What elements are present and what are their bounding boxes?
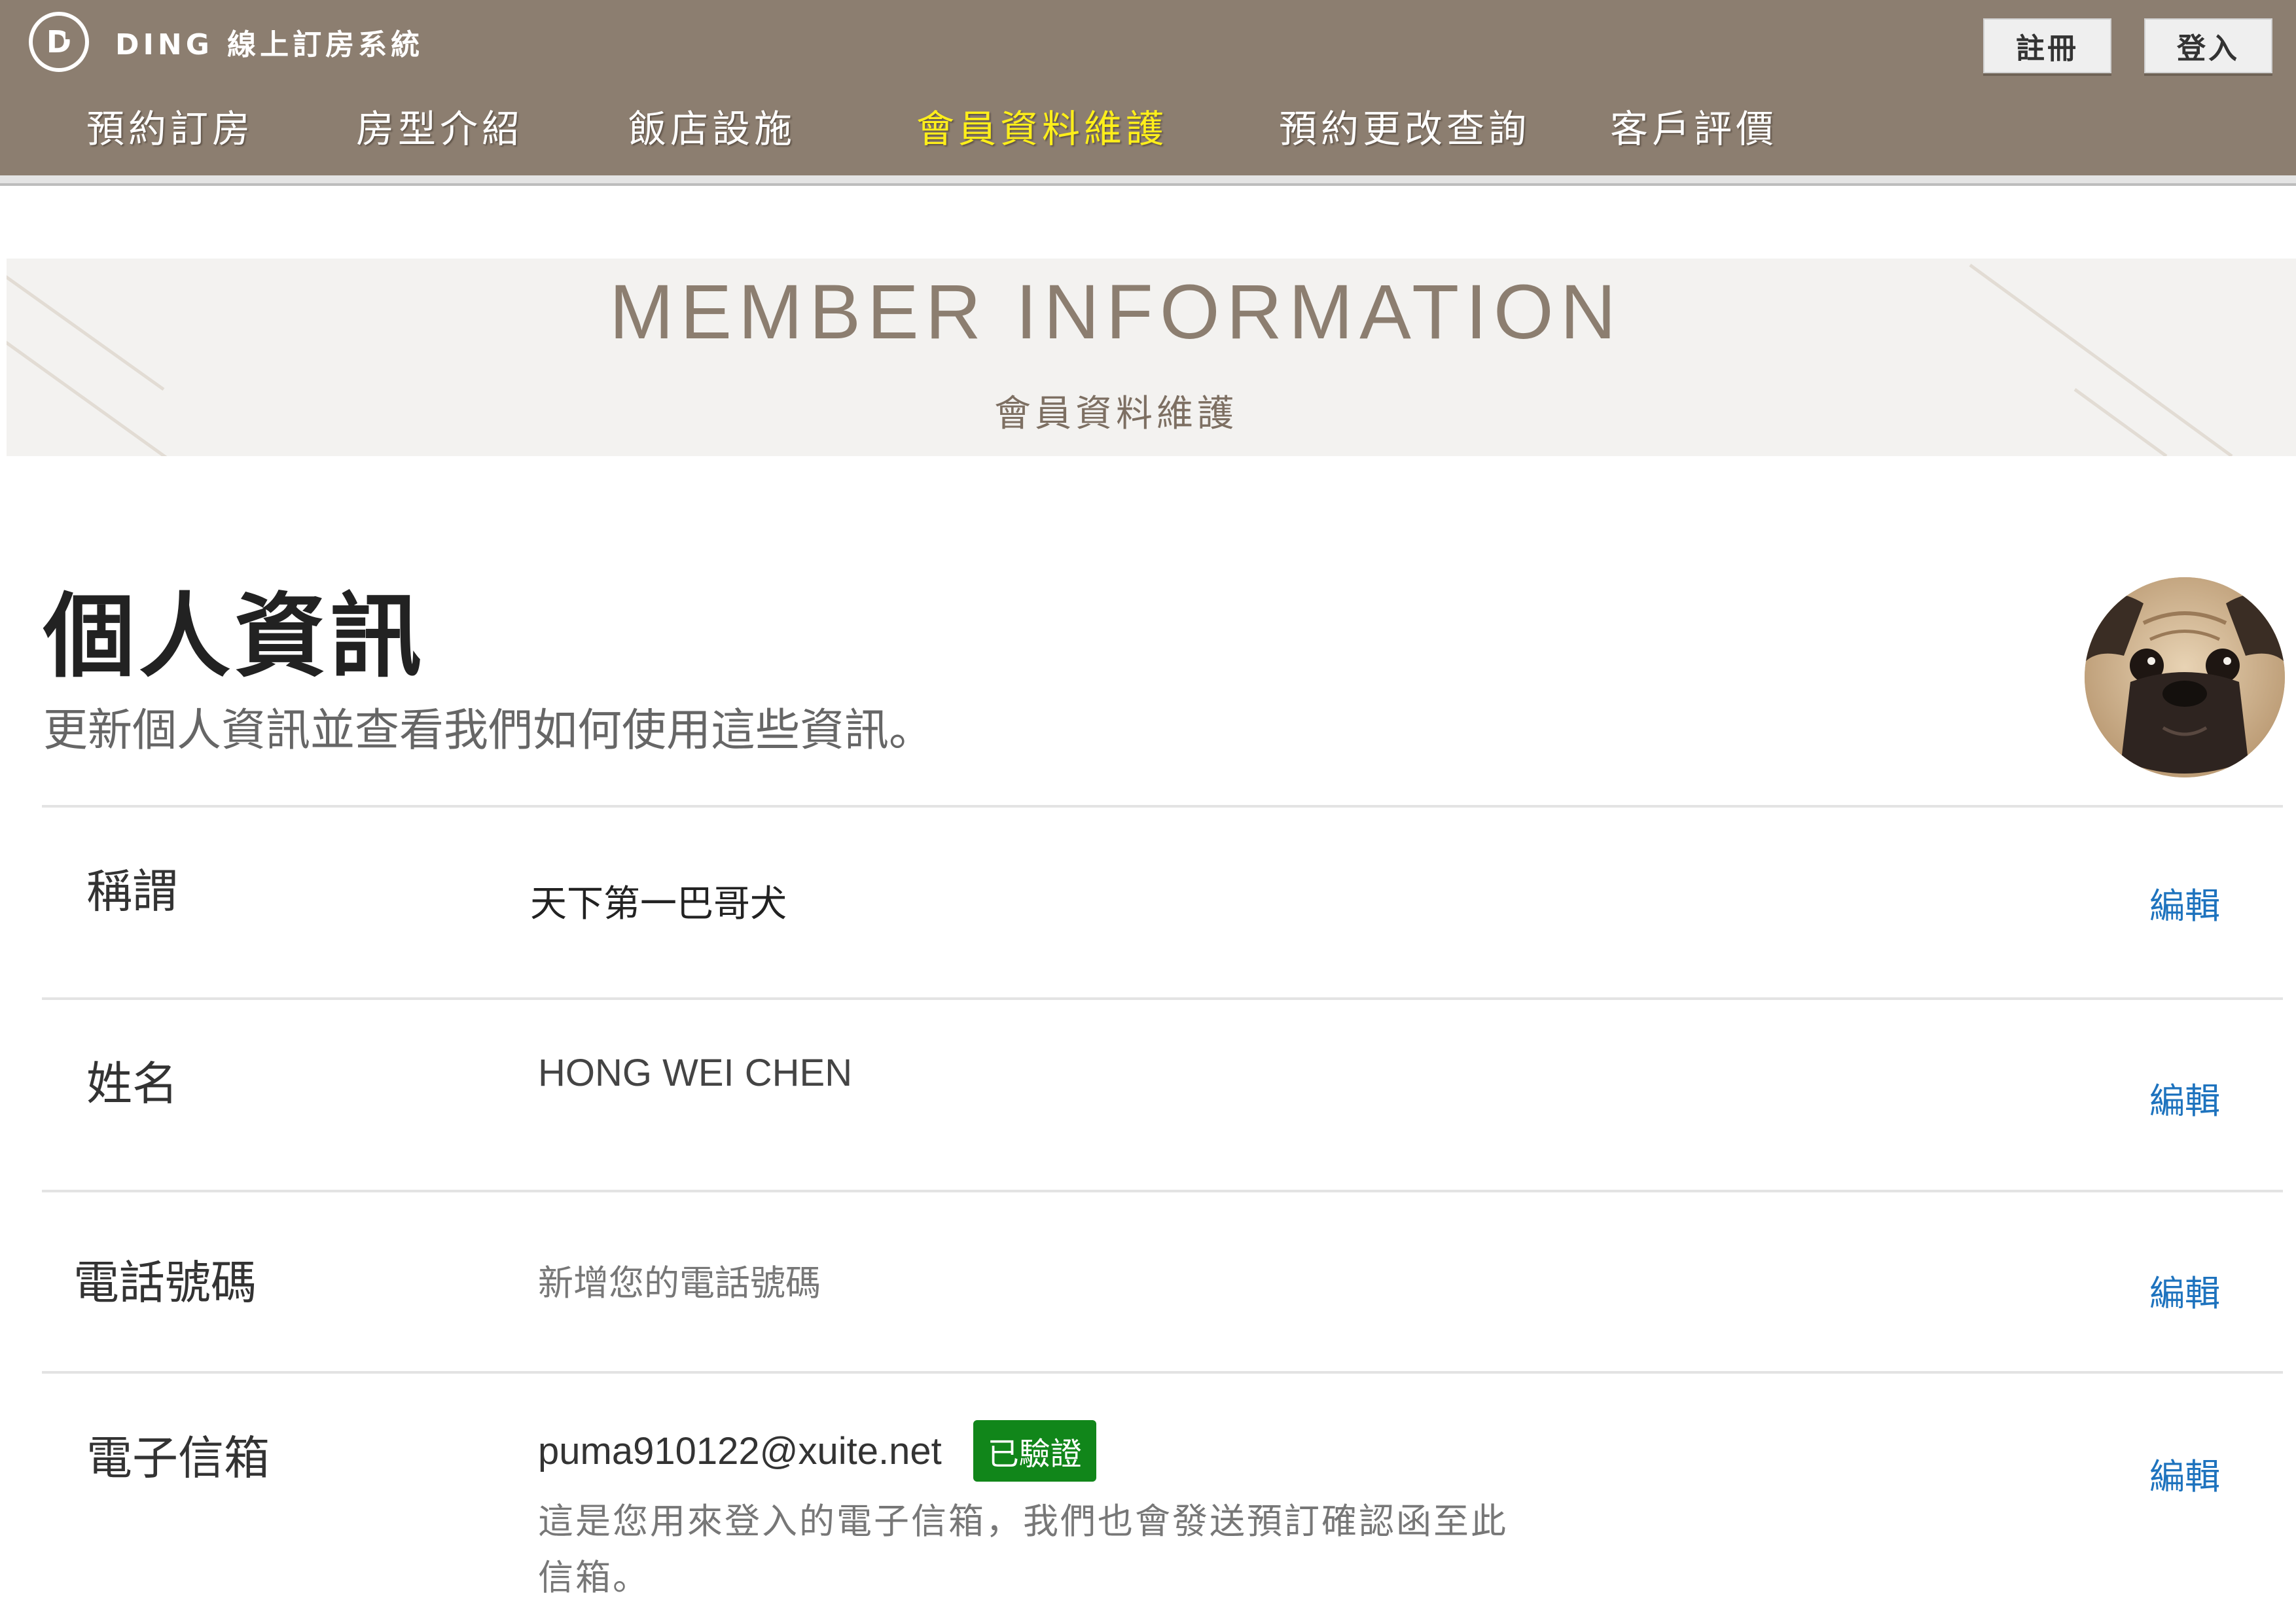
phone-edit-link[interactable]: 編輯 xyxy=(2149,1264,2220,1316)
avatar-image xyxy=(2085,577,2285,777)
email-value-row: puma910122@xuite.net 已驗證 xyxy=(538,1420,1096,1482)
banner-title: MEMBER INFORMATION xyxy=(609,269,1623,355)
email-edit-link[interactable]: 編輯 xyxy=(2149,1448,2220,1499)
login-button[interactable]: 登入 xyxy=(2144,18,2272,73)
name-edit-link[interactable]: 編輯 xyxy=(2149,1072,2220,1124)
nav-item-room-types[interactable]: 房型介紹 xyxy=(356,98,524,153)
email-note: 這是您用來登入的電子信箱，我們也會發送預訂確認函至此信箱。 xyxy=(538,1501,1508,1598)
top-header: D DING 線上訂房系統 註冊 登入 預約訂房 房型介紹 飯店設施 會員資料維… xyxy=(0,0,2296,175)
nav-item-member-info[interactable]: 會員資料維護 xyxy=(916,98,1168,153)
verified-badge: 已驗證 xyxy=(973,1420,1096,1482)
email-label: 電子信箱 xyxy=(86,1431,270,1485)
pug-avatar[interactable] xyxy=(2085,577,2285,777)
row-divider xyxy=(42,1190,2283,1192)
logo-mark-icon: D xyxy=(29,12,89,72)
email-value: puma910122@xuite.net xyxy=(538,1429,942,1472)
phone-label: 電話號碼 xyxy=(73,1256,257,1310)
brand-logo[interactable]: D DING 線上訂房系統 xyxy=(29,12,423,72)
nav-item-reviews[interactable]: 客戶評價 xyxy=(1610,98,1778,153)
header-divider xyxy=(0,175,2296,186)
nav-item-booking-changes[interactable]: 預約更改查詢 xyxy=(1279,98,1530,153)
page-banner: MEMBER INFORMATION 會員資料維護 xyxy=(7,259,2296,456)
nickname-label: 稱謂 xyxy=(86,865,178,918)
name-label: 姓名 xyxy=(86,1057,178,1111)
row-divider xyxy=(42,997,2283,1000)
phone-placeholder[interactable]: 新增您的電話號碼 xyxy=(538,1254,821,1306)
nickname-edit-link[interactable]: 編輯 xyxy=(2149,877,2220,929)
register-button[interactable]: 註冊 xyxy=(1983,18,2111,73)
nav-item-facilities[interactable]: 飯店設施 xyxy=(628,98,796,153)
nav-item-booking[interactable]: 預約訂房 xyxy=(86,98,254,153)
row-divider xyxy=(42,805,2283,808)
page-title: 個人資訊 xyxy=(43,584,426,690)
page-description: 更新個人資訊並查看我們如何使用這些資訊。 xyxy=(43,705,934,757)
banner-subtitle: 會員資料維護 xyxy=(994,393,1238,435)
row-divider xyxy=(42,1371,2283,1374)
nickname-value: 天下第一巴哥犬 xyxy=(530,883,787,925)
brand-name: DING 線上訂房系統 xyxy=(115,28,424,62)
main-nav: 預約訂房 房型介紹 飯店設施 會員資料維護 預約更改查詢 客戶評價 xyxy=(0,98,2296,164)
name-value: HONG WEI CHEN xyxy=(538,1052,853,1094)
